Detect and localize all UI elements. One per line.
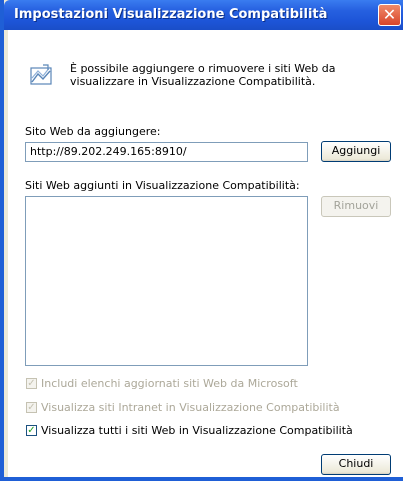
compatibility-view-settings-dialog: Impostazioni Visualizzazione Compatibili… xyxy=(0,0,403,481)
option-include-microsoft-lists-label: Includi elenchi aggiornati siti Web da M… xyxy=(41,377,298,390)
intro-text: È possibile aggiungere o rimuovere i sit… xyxy=(70,62,336,88)
checkbox-all-sites[interactable]: ✓ xyxy=(26,425,37,436)
add-site-label: Sito Web da aggiungere: xyxy=(25,125,161,138)
dialog-content: È possibile aggiungere o rimuovere i sit… xyxy=(8,30,403,477)
close-window-button[interactable]: ✕ xyxy=(378,4,401,26)
checkbox-include-microsoft-lists[interactable]: ✓ xyxy=(26,378,37,389)
add-site-input[interactable]: http://89.202.249.165:8910/ xyxy=(25,142,308,162)
checkbox-intranet-sites[interactable]: ✓ xyxy=(26,402,37,413)
added-sites-label: Siti Web aggiunti in Visualizzazione Com… xyxy=(25,179,300,192)
close-icon: ✕ xyxy=(382,5,397,24)
close-button[interactable]: Chiudi xyxy=(321,454,391,475)
option-all-sites-label: Visualizza tutti i siti Web in Visualizz… xyxy=(41,424,353,437)
added-sites-list[interactable] xyxy=(25,196,308,366)
remove-button[interactable]: Rimuovi xyxy=(321,196,391,217)
compatibility-view-icon xyxy=(30,64,52,85)
title-bar[interactable]: Impostazioni Visualizzazione Compatibili… xyxy=(4,0,403,30)
add-button[interactable]: Aggiungi xyxy=(321,141,391,162)
option-intranet-sites-label: Visualizza siti Intranet in Visualizzazi… xyxy=(41,401,340,414)
window-title: Impostazioni Visualizzazione Compatibili… xyxy=(14,7,328,22)
